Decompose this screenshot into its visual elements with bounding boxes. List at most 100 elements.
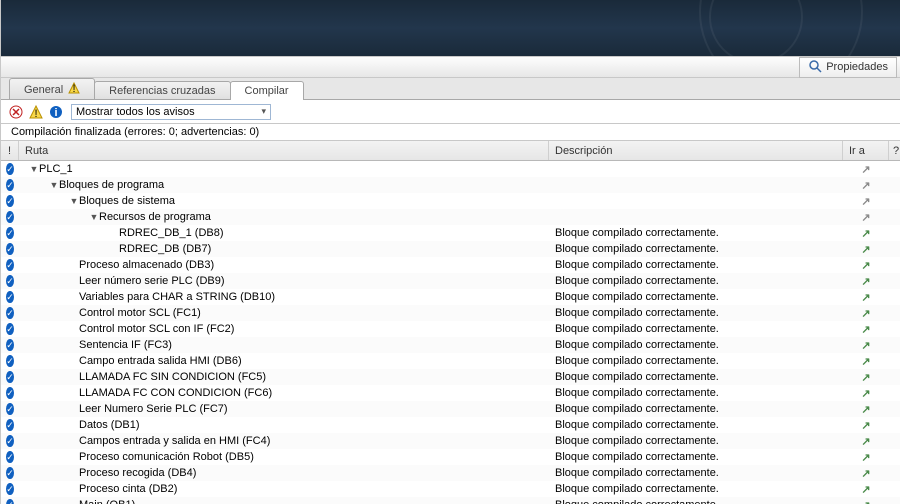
compile-status-line: Compilación finalizada (errores: 0; adve…	[1, 124, 900, 141]
tab-compile[interactable]: Compilar	[230, 81, 304, 100]
svg-text:!: !	[73, 83, 76, 94]
description-cell: Bloque compilado correctamente.	[549, 449, 843, 465]
col-help[interactable]: ?	[889, 141, 900, 160]
goto-arrow-icon[interactable]: ↗	[861, 179, 870, 192]
path-label: Main (OB1)	[79, 499, 135, 504]
result-row[interactable]: Proceso almacenado (DB3)Bloque compilado…	[1, 257, 900, 273]
result-row[interactable]: Leer número serie PLC (DB9) Bloque compil…	[1, 273, 900, 289]
result-row[interactable]: Sentencia IF (FC3) Bloque compilado corre…	[1, 337, 900, 353]
goto-arrow-icon[interactable]: ↗	[861, 259, 870, 272]
result-row[interactable]: Proceso cinta (DB2)Bloque compilado corr…	[1, 481, 900, 497]
twisty-icon[interactable]: ▼	[89, 212, 99, 222]
goto-arrow-icon[interactable]: ↗	[861, 403, 870, 416]
result-row[interactable]: LLAMADA FC SIN CONDICION (FC5)Bloque com…	[1, 369, 900, 385]
result-row[interactable]: RDREC_DB_1 (DB8)Bloque compilado correct…	[1, 225, 900, 241]
goto-arrow-icon[interactable]: ↗	[861, 323, 870, 336]
result-row[interactable]: ▼Recursos de programa↗	[1, 209, 900, 225]
col-status[interactable]: !	[1, 141, 19, 160]
path-label: Proceso almacenado (DB3)	[79, 259, 214, 271]
goto-arrow-icon[interactable]: ↗	[861, 243, 870, 256]
result-row[interactable]: Datos (DB1)Bloque compilado correctament…	[1, 417, 900, 433]
properties-label: Propiedades	[826, 61, 888, 73]
goto-arrow-icon[interactable]: ↗	[861, 483, 870, 496]
ok-icon	[6, 323, 14, 335]
description-cell: Bloque compilado correctamente.	[549, 241, 843, 257]
goto-arrow-icon[interactable]: ↗	[861, 195, 870, 208]
result-row[interactable]: Control motor SCL con IF (FC2)Bloque com…	[1, 321, 900, 337]
main-panel: Propiedades General ! Referencias cruzad…	[1, 0, 900, 504]
ok-icon	[6, 499, 14, 504]
result-row[interactable]: ▼PLC_1↗	[1, 161, 900, 177]
ok-icon	[6, 179, 14, 191]
error-filter-button[interactable]	[7, 103, 25, 121]
ok-icon	[6, 371, 14, 383]
goto-arrow-icon[interactable]: ↗	[861, 339, 870, 352]
description-cell: Bloque compilado correctamente.	[549, 353, 843, 369]
ok-icon	[6, 195, 14, 207]
svg-text:i: i	[54, 107, 57, 119]
tab-general[interactable]: General !	[9, 78, 95, 99]
result-row[interactable]: RDREC_DB (DB7)Bloque compilado correctam…	[1, 241, 900, 257]
tab-label: Compilar	[245, 85, 289, 97]
result-row[interactable]: Proceso recogida (DB4)Bloque compilado c…	[1, 465, 900, 481]
goto-arrow-icon[interactable]: ↗	[861, 435, 870, 448]
goto-arrow-icon[interactable]: ↗	[861, 499, 870, 504]
goto-arrow-icon[interactable]: ↗	[861, 419, 870, 432]
path-label: Leer número serie PLC (DB9)	[79, 275, 225, 287]
result-row[interactable]: Main (OB1) Bloque compilado correctamente…	[1, 497, 900, 504]
result-row[interactable]: Campos entrada y salida en HMI (FC4)Bloq…	[1, 433, 900, 449]
description-cell	[549, 209, 843, 225]
goto-arrow-icon[interactable]: ↗	[861, 211, 870, 224]
ok-icon	[6, 227, 14, 239]
twisty-icon[interactable]: ▼	[49, 180, 59, 190]
path-label: Sentencia IF (FC3)	[79, 339, 172, 351]
path-label: Proceso recogida (DB4)	[79, 467, 196, 479]
tab-label: Referencias cruzadas	[109, 85, 215, 97]
description-cell: Bloque compilado correctamente.	[549, 337, 843, 353]
ok-icon	[6, 451, 14, 463]
result-row[interactable]: LLAMADA FC CON CONDICION (FC6)Bloque com…	[1, 385, 900, 401]
twisty-icon[interactable]: ▼	[69, 196, 79, 206]
compile-results-grid[interactable]: ▼PLC_1↗▼Bloques de programa↗▼Bloques de …	[1, 161, 900, 504]
result-row[interactable]: Control motor SCL (FC1)Bloque compilado …	[1, 305, 900, 321]
goto-arrow-icon[interactable]: ↗	[861, 275, 870, 288]
path-label: Proceso comunicación Robot (DB5)	[79, 451, 254, 463]
path-label: Campos entrada y salida en HMI (FC4)	[79, 435, 270, 447]
goto-arrow-icon[interactable]: ↗	[861, 467, 870, 480]
goto-arrow-icon[interactable]: ↗	[861, 387, 870, 400]
col-goto[interactable]: Ir a	[843, 141, 889, 160]
goto-arrow-icon[interactable]: ↗	[861, 371, 870, 384]
result-row[interactable]: Campo entrada salida HMI (DB6)Bloque com…	[1, 353, 900, 369]
filter-label: Mostrar todos los avisos	[76, 106, 195, 118]
description-cell: Bloque compilado correctamente.	[549, 305, 843, 321]
result-row[interactable]: Variables para CHAR a STRING (DB10)Bloqu…	[1, 289, 900, 305]
ok-icon	[6, 483, 14, 495]
col-description[interactable]: Descripción	[549, 141, 843, 160]
goto-arrow-icon[interactable]: ↗	[861, 355, 870, 368]
ok-icon	[6, 419, 14, 431]
goto-arrow-icon[interactable]: ↗	[861, 291, 870, 304]
message-filter-dropdown[interactable]: Mostrar todos los avisos ▾	[71, 104, 271, 120]
result-row[interactable]: Leer Numero Serie PLC (FC7)Bloque compil…	[1, 401, 900, 417]
description-cell: Bloque compilado correctamente.	[549, 273, 843, 289]
goto-arrow-icon[interactable]: ↗	[861, 163, 870, 176]
result-row[interactable]: ▼Bloques de programa↗	[1, 177, 900, 193]
description-cell: Bloque compilado correctamente.	[549, 385, 843, 401]
warning-icon: !	[68, 82, 80, 97]
tab-references[interactable]: Referencias cruzadas	[94, 81, 230, 99]
twisty-icon[interactable]: ▼	[29, 164, 39, 174]
result-row[interactable]: Proceso comunicación Robot (DB5) Bloque c…	[1, 449, 900, 465]
goto-arrow-icon[interactable]: ↗	[861, 307, 870, 320]
path-label: Leer Numero Serie PLC (FC7)	[79, 403, 228, 415]
description-cell: Bloque compilado correctamente.	[549, 369, 843, 385]
goto-arrow-icon[interactable]: ↗	[861, 227, 870, 240]
result-row[interactable]: ▼Bloques de sistema↗	[1, 193, 900, 209]
description-cell: Bloque compilado correctamente.	[549, 497, 843, 504]
properties-button[interactable]: Propiedades	[799, 57, 897, 78]
col-path[interactable]: Ruta	[19, 141, 549, 160]
warning-filter-button[interactable]: !	[27, 103, 45, 121]
goto-arrow-icon[interactable]: ↗	[861, 451, 870, 464]
properties-icon	[808, 59, 822, 76]
description-cell: Bloque compilado correctamente.	[549, 321, 843, 337]
info-filter-button[interactable]: i	[47, 103, 65, 121]
